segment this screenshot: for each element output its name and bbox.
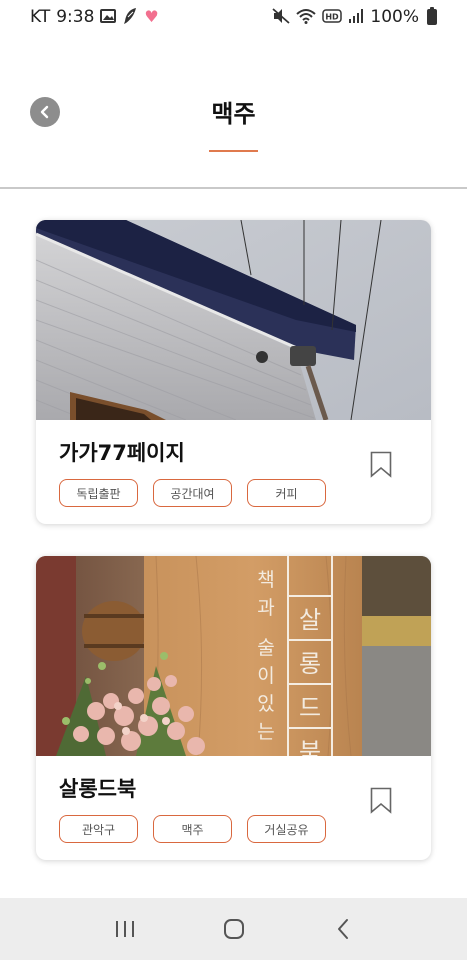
tag-chip[interactable]: 커피: [247, 479, 326, 507]
recent-apps-button[interactable]: [105, 909, 145, 949]
status-bar-right: HD 100%: [272, 7, 437, 27]
battery-icon: [427, 7, 437, 25]
back-icon: [337, 919, 348, 939]
place-card[interactable]: 가가77페이지 독립출판 공간대여 커피: [36, 220, 431, 524]
bookmark-icon[interactable]: [370, 451, 392, 478]
tag-chip[interactable]: 독립출판: [59, 479, 138, 507]
sign-text: 북: [299, 738, 321, 756]
clock: 9:38: [56, 7, 95, 27]
mute-icon: [272, 7, 290, 27]
tag-chip[interactable]: 공간대여: [153, 479, 232, 507]
svg-text:HD: HD: [326, 12, 340, 21]
system-nav-bar: [0, 898, 467, 960]
status-bar: KT 9:38 ♥ HD 100%: [0, 0, 467, 34]
sign-text: 살: [299, 606, 321, 634]
home-icon: [223, 919, 244, 939]
sign-text: 드: [299, 694, 321, 722]
sign-text: 과: [257, 597, 274, 619]
header-divider: [0, 187, 467, 189]
tag-chip[interactable]: 관악구: [59, 815, 138, 843]
sign-text: 술: [257, 637, 274, 659]
place-card[interactable]: 책 과 술 이 있 는 살 롱 드 북 살롱드북 관악구 맥주 거실공유: [36, 556, 431, 860]
signal-icon: [348, 8, 364, 27]
image-icon: [100, 8, 117, 26]
sign-text: 롱: [299, 650, 321, 678]
bookmark-icon[interactable]: [370, 787, 392, 814]
page-title: 맥주: [211, 100, 256, 128]
sign-text: 있: [257, 693, 274, 715]
place-name: 가가77페이지: [59, 441, 185, 465]
feather-icon: [122, 7, 138, 28]
place-photo: [36, 220, 431, 420]
tag-list: 관악구 맥주 거실공유: [59, 815, 326, 843]
place-name: 살롱드북: [59, 777, 137, 801]
tag-list: 독립출판 공간대여 커피: [59, 479, 326, 507]
back-nav-button[interactable]: [323, 909, 363, 949]
sign-text: 책: [257, 569, 274, 591]
carrier-label: KT: [30, 7, 51, 27]
tag-chip[interactable]: 거실공유: [247, 815, 326, 843]
sign-text: 는: [257, 721, 274, 743]
wifi-icon: [296, 8, 317, 27]
title-underline: [209, 150, 258, 152]
status-bar-left: KT 9:38 ♥: [30, 7, 159, 28]
battery-percent: 100%: [370, 7, 419, 27]
hd-icon: HD: [322, 8, 343, 26]
heart-icon: ♥: [144, 7, 159, 26]
place-photo: 책 과 술 이 있 는 살 롱 드 북: [36, 556, 431, 756]
tag-chip[interactable]: 맥주: [153, 815, 232, 843]
home-button[interactable]: [214, 909, 254, 949]
recent-apps-icon: [115, 921, 134, 937]
app-header: 맥주: [0, 34, 467, 188]
sign-text: 이: [257, 665, 274, 687]
